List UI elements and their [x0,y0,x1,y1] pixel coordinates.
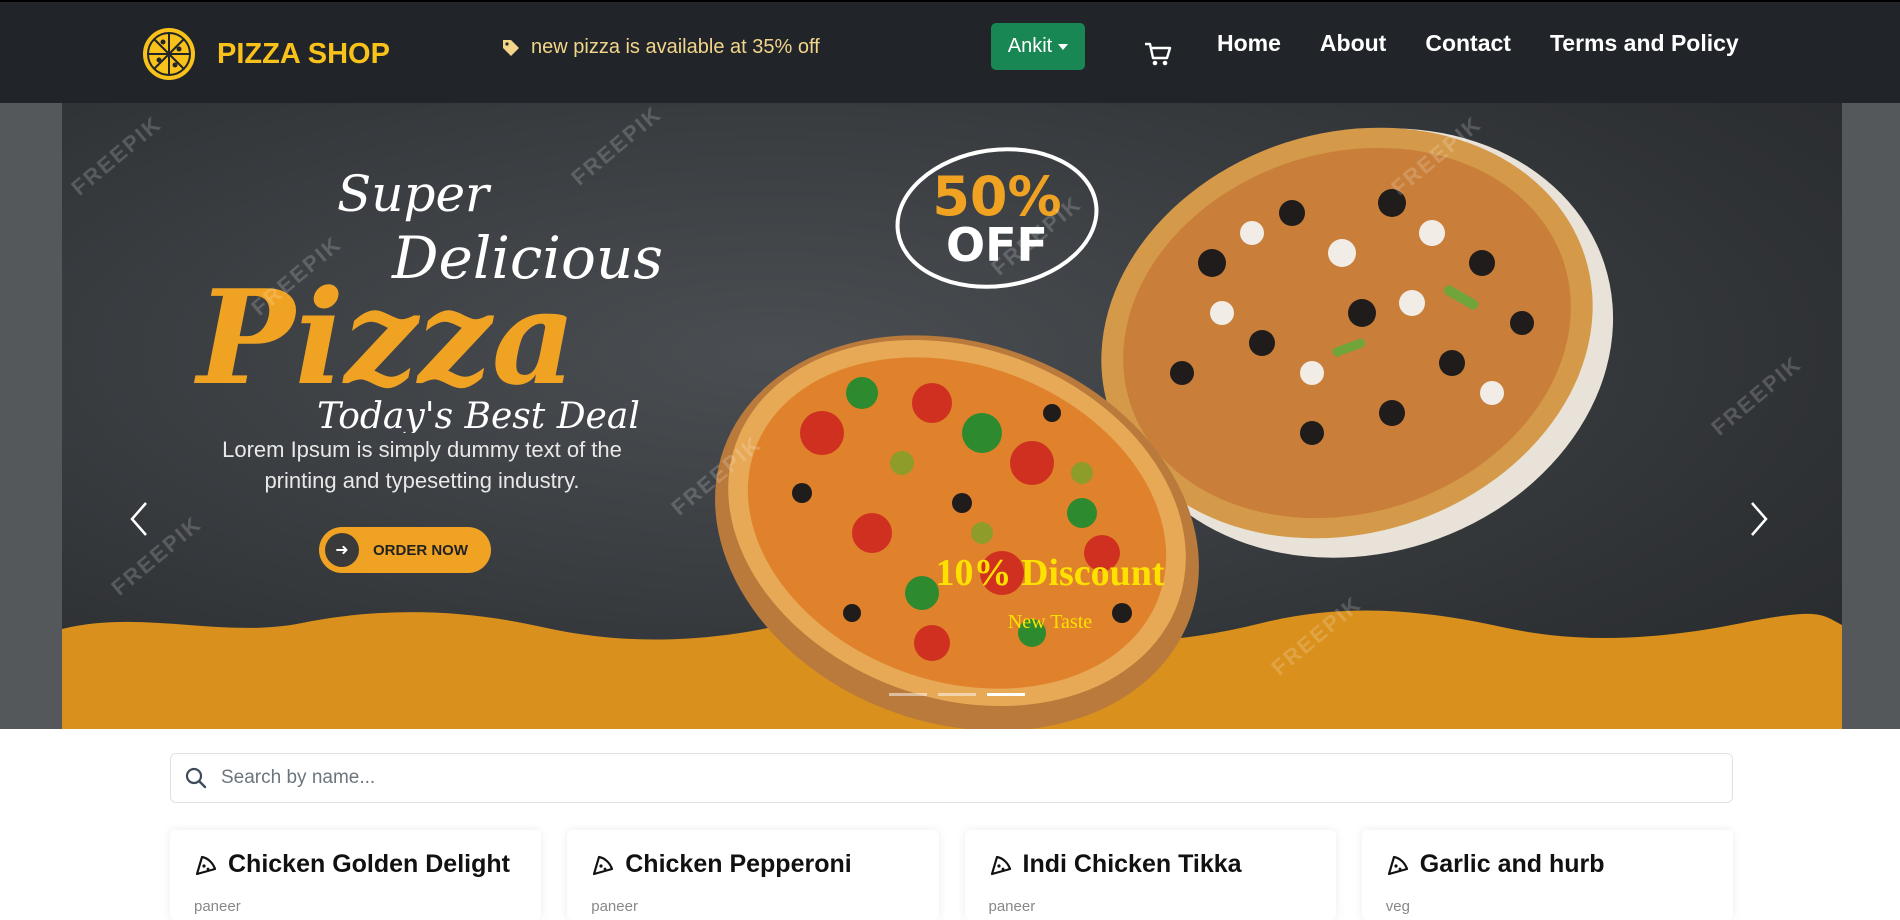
product-category: veg [1385,898,1410,915]
product-title: Garlic and hurb [1419,850,1605,878]
svg-text:Today's Best Deal: Today's Best Deal [317,396,640,433]
product-title: Chicken Golden Delight [228,850,510,878]
product-grid: Chicken Golden Delight paneer Chicken Pe… [170,830,1733,920]
product-category: paneer [194,898,241,915]
svg-text:Super: Super [337,165,492,223]
cart-icon[interactable] [1143,40,1173,68]
pizza-slice-icon [195,855,217,875]
search-input[interactable] [221,767,1701,789]
caret-down-icon [1058,43,1069,50]
arrow-right-icon: ➜ [325,533,359,567]
product-category: paneer [988,898,1036,915]
product-category: paneer [591,898,638,915]
carousel-side-right [1842,103,1900,729]
search-bar [170,753,1733,803]
nav-link-home[interactable]: Home [1217,30,1281,57]
watermark: FREEPIK [106,510,207,601]
promo-text: new pizza is available at 35% off [531,36,820,58]
user-dropdown-button[interactable]: Ankit [991,23,1085,70]
description-line-2: printing and typesetting industry. [264,468,580,493]
brand-name: PIZZA SHOP [217,37,390,70]
slide-description: Lorem Ipsum is simply dummy text of the … [162,434,682,496]
nav-link-terms[interactable]: Terms and Policy [1550,30,1739,57]
user-name: Ankit [1007,35,1053,57]
product-card[interactable]: Garlic and hurb veg [1361,830,1733,920]
carousel-side-left [0,103,62,729]
chevron-right-icon[interactable] [1748,499,1770,539]
chevron-left-icon[interactable] [128,499,150,539]
pizza-logo-icon [141,26,197,82]
order-now-button[interactable]: ➜ ORDER NOW [319,527,491,573]
navbar: PIZZA SHOP new pizza is available at 35%… [0,0,1900,103]
pizza-slice-icon [990,855,1011,875]
watermark: FREEPIK [66,110,167,201]
brand[interactable]: PIZZA SHOP [139,24,390,84]
product-title: Chicken Pepperoni [625,850,852,878]
product-card[interactable]: Chicken Pepperoni paneer [567,830,939,920]
carousel-indicator-1[interactable] [889,693,927,696]
promo-banner: new pizza is available at 35% off [501,36,820,59]
tag-icon [503,39,519,56]
pizza-image-front [715,335,1199,729]
carousel-indicator-2[interactable] [938,693,976,696]
product-card[interactable]: Chicken Golden Delight paneer [170,830,542,920]
search-icon [185,767,207,789]
nav-link-contact[interactable]: Contact [1425,30,1511,57]
description-line-1: Lorem Ipsum is simply dummy text of the [222,437,622,462]
slide-caption-subtitle: New Taste [1007,611,1093,633]
pizza-slice-icon [1387,855,1408,875]
carousel-indicator-3[interactable] [987,693,1025,696]
carousel-slide: Super Delicious Pizza Today's Best Deal … [62,103,1842,729]
slide-caption-title: 10% Discount [935,552,1165,594]
nav-link-about[interactable]: About [1320,30,1386,57]
pizza-slice-icon [593,855,614,875]
product-card[interactable]: Indi Chicken Tikka paneer [964,830,1336,920]
watermark: FREEPIK [1706,350,1807,441]
svg-text:Pizza: Pizza [193,261,576,414]
carousel-indicators [889,693,1025,696]
nav-links: Home About Contact Terms and Policy [1217,30,1739,57]
hero-carousel: Super Delicious Pizza Today's Best Deal … [0,103,1900,729]
product-title: Indi Chicken Tikka [1022,850,1242,878]
order-now-label: ORDER NOW [373,541,468,559]
